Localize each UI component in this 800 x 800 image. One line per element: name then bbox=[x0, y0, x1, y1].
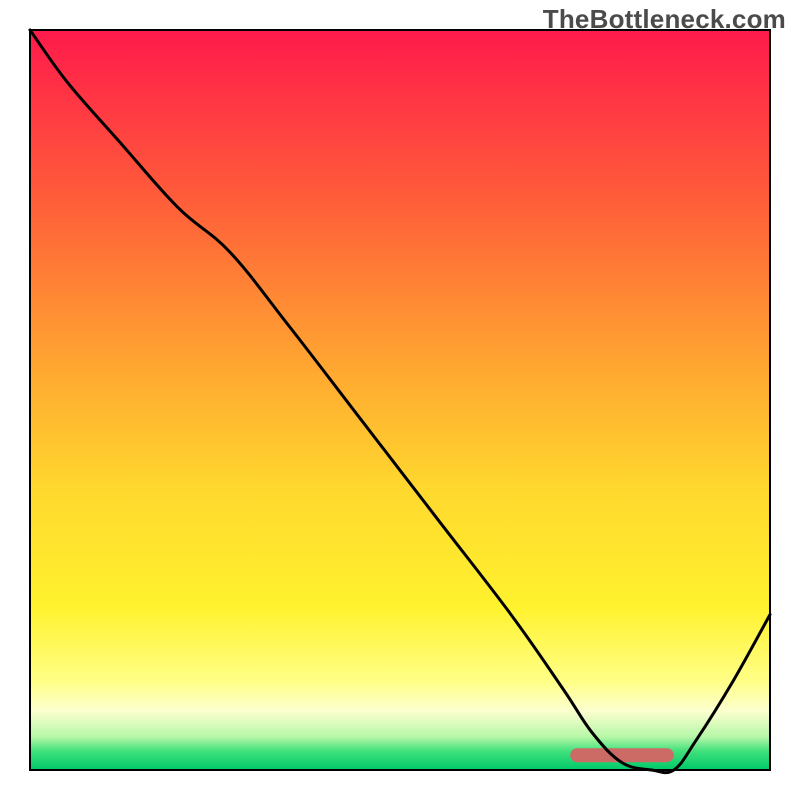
chart-container: TheBottleneck.com bbox=[0, 0, 800, 800]
bottleneck-chart bbox=[0, 0, 800, 800]
optimal-marker bbox=[570, 748, 674, 762]
watermark-text: TheBottleneck.com bbox=[543, 4, 786, 35]
plot-background bbox=[30, 30, 770, 770]
